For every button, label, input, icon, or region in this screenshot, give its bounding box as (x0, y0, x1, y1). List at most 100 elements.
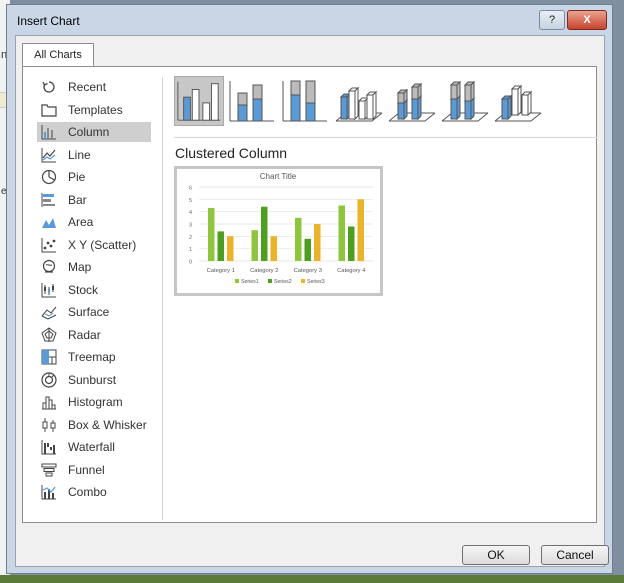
bar-series1-4 (338, 205, 345, 261)
background-bottom-edge (0, 575, 624, 583)
3d-column-icon (494, 84, 542, 122)
area-chart-icon (40, 214, 58, 230)
dialog-content: All Charts Recent Templates Column Line Pie B… (15, 35, 609, 567)
bar-chart-icon (40, 192, 58, 208)
sidebar-item-label: Box & Whisker (68, 417, 147, 432)
close-button[interactable]: X (567, 10, 607, 30)
sidebar-item-line-chart[interactable]: Line (37, 145, 151, 165)
x-tick-label: Category 4 (337, 268, 366, 274)
dialog-title: Insert Chart (17, 14, 80, 28)
sidebar-item-label: Area (68, 215, 94, 229)
3d-100-stacked-column-icon (441, 80, 489, 122)
sidebar-item-sunburst-chart[interactable]: Sunburst (37, 370, 151, 390)
sidebar-item-map-chart[interactable]: Map (37, 257, 151, 277)
cancel-button[interactable]: Cancel (541, 545, 609, 565)
sidebar-item-box-whisker-chart[interactable]: Box & Whisker (37, 415, 151, 435)
help-button[interactable]: ? (539, 10, 565, 30)
bar-series2-3 (304, 238, 311, 261)
y-tick-label: 6 (189, 186, 192, 192)
sidebar-item-treemap-chart[interactable]: Treemap (37, 347, 151, 367)
sidebar-item-label: Stock (68, 282, 99, 297)
subtype-stacked-column[interactable] (227, 76, 277, 126)
sidebar-item-histogram-chart[interactable]: Histogram (37, 392, 151, 412)
sidebar-item-label: Waterfall (68, 440, 115, 454)
sidebar-item-label: Treemap (68, 350, 116, 364)
sidebar-item-waterfall-chart[interactable]: Waterfall (37, 437, 151, 457)
funnel-chart-icon (40, 462, 58, 478)
insert-chart-dialog: Insert Chart ? X All Charts Recent Templa… (6, 4, 613, 574)
bar-series2-2 (261, 206, 268, 261)
legend-swatch-series2 (268, 279, 272, 283)
subtype-title: Clustered Column (175, 145, 288, 161)
sidebar-item-label: Histogram (68, 395, 123, 409)
horizontal-divider (174, 137, 597, 138)
sidebar-item-stock-chart[interactable]: Stock (37, 280, 151, 300)
sidebar-item-funnel-chart[interactable]: Funnel (37, 460, 151, 480)
sidebar-item-label: Combo (68, 485, 107, 499)
legend-swatch-series3 (301, 279, 305, 283)
sidebar-item-label: Templates (68, 102, 123, 117)
chart-preview[interactable]: Chart Title 0 1 2 3 4 5 6 Category 1 Category 2 Ca… (174, 166, 383, 296)
box-whisker-chart-icon (40, 417, 58, 433)
sidebar-item-surface-chart[interactable]: Surface (37, 302, 151, 322)
bar-series2-4 (348, 226, 355, 261)
100-stacked-column-icon (282, 80, 327, 122)
sidebar-item-bar-chart[interactable]: Bar (37, 190, 151, 210)
sidebar-item-recent[interactable]: Recent (37, 77, 151, 97)
histogram-chart-icon (40, 394, 58, 410)
y-tick-label: 1 (189, 247, 192, 253)
sidebar-item-label: Column (68, 125, 110, 139)
sidebar-item-label: X Y (Scatter) (68, 237, 137, 252)
3d-clustered-column-icon (335, 86, 383, 122)
x-tick-label: Category 1 (207, 268, 235, 274)
sidebar-item-label: Recent (68, 80, 107, 94)
templates-icon (40, 102, 58, 118)
bar-series1-1 (208, 207, 215, 261)
bar-series1-3 (295, 217, 302, 261)
bar-series3-1 (227, 236, 234, 261)
subtype-clustered-column[interactable] (174, 76, 224, 126)
legend-swatch-series1 (235, 279, 239, 283)
sunburst-chart-icon (40, 371, 58, 388)
y-tick-label: 5 (189, 198, 192, 204)
treemap-chart-icon (40, 349, 58, 365)
y-tick-label: 0 (189, 260, 192, 266)
subtype-3d-stacked-column[interactable] (386, 76, 436, 126)
legend-label-series2: Series2 (274, 279, 292, 285)
subtype-3d-clustered-column[interactable] (333, 76, 383, 126)
vertical-divider (162, 77, 163, 520)
subtype-3d-column[interactable] (492, 76, 542, 126)
stacked-column-icon (229, 81, 274, 122)
sidebar-item-scatter-chart[interactable]: X Y (Scatter) (37, 235, 151, 255)
bar-series1-2 (251, 230, 258, 261)
subtype-100-stacked-column[interactable] (280, 76, 330, 126)
bar-series3-4 (357, 199, 364, 261)
sidebar-item-label: Funnel (68, 462, 105, 477)
sidebar-item-label: Radar (68, 327, 101, 342)
column-chart-icon (40, 124, 58, 140)
tab-all-charts[interactable]: All Charts (22, 43, 94, 67)
surface-chart-icon (40, 304, 58, 320)
scatter-chart-icon (40, 237, 58, 253)
pie-chart-icon (40, 169, 58, 185)
legend-label-series3: Series3 (307, 279, 325, 285)
sidebar-item-combo-chart[interactable]: Combo (37, 482, 151, 502)
sidebar-item-label: Bar (68, 192, 87, 207)
sidebar-item-column-chart[interactable]: Column (37, 122, 151, 142)
x-tick-label: Category 2 (250, 268, 278, 274)
sidebar-item-label: Surface (68, 305, 110, 319)
radar-chart-icon (40, 326, 58, 343)
title-bar[interactable]: Insert Chart ? X (7, 5, 612, 35)
sidebar-item-templates[interactable]: Templates (37, 100, 151, 120)
chart-preview-svg: Chart Title 0 1 2 3 4 5 6 Category 1 Category 2 Ca… (189, 172, 373, 285)
ok-button[interactable]: OK (462, 545, 530, 565)
sidebar-item-area-chart[interactable]: Area (37, 212, 151, 232)
line-chart-icon (40, 147, 58, 163)
sidebar-item-radar-chart[interactable]: Radar (37, 325, 151, 345)
bar-series3-2 (270, 236, 277, 261)
sidebar-item-pie-chart[interactable]: Pie (37, 167, 151, 187)
subtype-3d-100-stacked-column[interactable] (439, 76, 489, 126)
y-tick-label: 3 (189, 223, 192, 229)
recent-icon (40, 79, 58, 95)
map-chart-icon (40, 259, 58, 275)
